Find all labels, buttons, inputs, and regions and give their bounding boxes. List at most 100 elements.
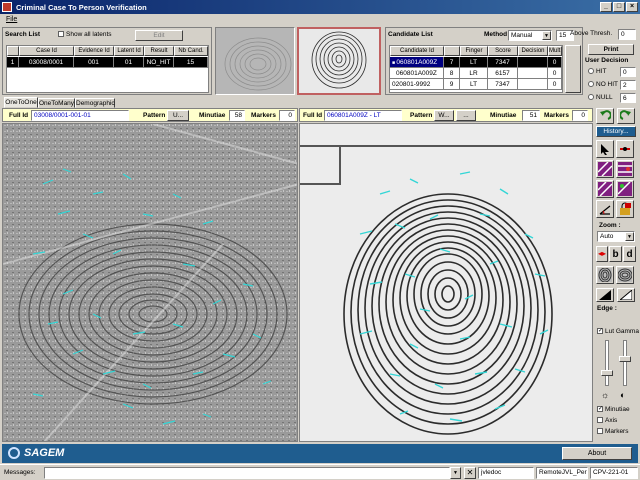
history-button[interactable]: History... [596,126,636,137]
null-count: 6 [620,93,636,103]
messages-field[interactable] [44,467,450,479]
score-cell: 6157 [488,68,518,79]
col-score[interactable]: Score [488,46,518,56]
candidate-id-cell: 020801-9992 [390,79,444,90]
show-all-latents-label: Show all latents [66,31,112,38]
ridge-tool-2-icon[interactable] [616,160,634,178]
col-evidence-id[interactable]: Evidence Id [74,46,114,56]
chevron-down-icon: ▼ [625,232,634,241]
candidate-fingerprint-view[interactable] [299,123,593,442]
about-button[interactable]: About [562,447,632,460]
radio-hit[interactable]: HIT [588,68,606,75]
col-latent-id[interactable]: Latent Id [114,46,144,56]
swap-arrows-icon[interactable]: ◂▸ [596,246,608,262]
undo-icon[interactable] [596,108,614,124]
ridge-tool-4-icon[interactable] [616,180,634,198]
zoom-select[interactable]: Auto ▼ [597,231,635,242]
candidate-thumbnail[interactable] [297,27,381,95]
flip-d-icon[interactable]: d [623,246,636,262]
edge-enhance-icon[interactable] [617,288,635,302]
latent-thumbnail[interactable] [215,27,295,95]
show-all-latents-checkbox[interactable]: Show all latents [58,31,112,38]
minutiae-checkbox[interactable]: ✓ Minutiae [597,406,630,413]
rank-cell: 8 [444,68,460,79]
radio-null[interactable]: NULL [588,94,613,101]
radio-no-hit[interactable]: NO HIT [588,81,618,88]
pointer-arrow-icon[interactable] [596,140,614,158]
lut-slider-thumb[interactable] [601,370,613,376]
gamma-slider-thumb[interactable] [619,356,631,362]
markers-checkbox[interactable]: Markers [597,428,628,435]
method-label: Method [484,31,508,38]
angle-tool-icon[interactable] [596,200,614,218]
hit-count: 0 [620,67,636,77]
case-id-cell: 03008/0001 [19,57,74,68]
gamma-slider-track[interactable] [623,340,627,386]
latent-info-bar: Full Id 03008/0001-001-01 Pattern U... M… [2,108,298,122]
candidate-fingerprint-image [300,124,592,441]
col-nb-cand[interactable]: Nb Cand. [174,46,208,56]
minimize-button[interactable]: _ [600,2,612,12]
latent-fingerprint-view[interactable] [2,123,298,442]
latent-fingerprint-image [3,124,297,441]
above-thresh-field: 0 [618,29,636,40]
menu-file[interactable]: File [6,16,17,23]
latent-id-cell: 01 [114,57,144,68]
menu-bar: File [0,14,640,25]
minutia-edit-icon[interactable] [616,140,634,158]
sagem-logo: SAGEM [24,447,65,459]
flip-b-icon[interactable]: b [609,246,622,262]
redo-icon[interactable] [617,108,635,124]
lut-gamma-checkbox[interactable]: ✓ Lut Gamma [597,328,639,335]
col-case-id[interactable]: Case Id [19,46,74,56]
col-decision[interactable]: Decision [518,46,548,56]
lut-slider-track[interactable] [605,340,609,386]
tab-one-to-many[interactable]: OneToMany [38,98,75,108]
candidate-pattern-extra-button[interactable]: ... [456,110,476,121]
chevron-down-icon[interactable]: ▼ [450,467,461,479]
col-candidate-id[interactable]: Candidate Id [390,46,444,56]
nb-cand-cell: 15 [174,57,208,68]
fingerprint-view-2-icon[interactable] [616,266,634,284]
edit-button[interactable]: Edit [135,30,183,41]
lock-tool-icon[interactable] [616,200,634,218]
axis-checkbox[interactable]: Axis [597,417,617,424]
search-list-table: Case Id Evidence Id Latent Id Result Nb … [6,45,209,93]
edge-label: Edge : [597,305,617,312]
rank-cell: 9 [444,79,460,90]
clear-messages-icon[interactable]: ✕ [464,467,476,479]
minutiae-toggle-label: Minutiae [605,406,630,413]
zoom-label: Zoom : [599,222,621,229]
candidate-pattern-button[interactable]: W... [434,110,454,121]
finger-cell: LT [460,57,488,68]
contrast-icon[interactable] [596,288,614,302]
search-list-panel: Search List Show all latents Edit Case I… [2,27,212,95]
close-button[interactable]: × [626,2,638,12]
print-button[interactable]: Print [588,44,634,55]
candidate-table: Candidate Id Finger Score Decision Mult.… [389,45,563,93]
candidate-list-panel: Candidate List Method Manual ▼ 15 Candid… [385,27,583,95]
markers-label: Markers [544,112,569,119]
title-bar: Criminal Case To Person Verification _ □… [0,0,640,14]
user-decision-title: User Decision [585,57,629,64]
candidate-scrollbar[interactable] [565,45,581,93]
score-cell: 7347 [488,57,518,68]
latent-pattern-button[interactable]: U... [167,110,189,121]
candidate-list-title: Candidate List [388,31,433,38]
ridge-tool-1-icon[interactable] [596,160,614,178]
ridge-tool-3-icon[interactable] [596,180,614,198]
maximize-button[interactable]: □ [613,2,625,12]
col-finger[interactable]: Finger [460,46,488,56]
col-rank[interactable] [444,46,460,56]
fingerprint-view-1-icon[interactable] [596,266,614,284]
tab-demographic[interactable]: Demographic [75,98,115,108]
above-thresh-label: Above Thresh. [570,30,613,37]
tool-panel: History... Zoom : Auto ▼ ◂▸ b d Edge : ✓… [595,108,639,440]
tab-one-to-one[interactable]: OneToOne [4,97,38,108]
method-select[interactable]: Manual ▼ [508,30,552,41]
col-mult[interactable]: Mult. [548,46,562,56]
col-result[interactable]: Result [144,46,174,56]
decision-cell [518,68,548,79]
pattern-label: Pattern [143,112,166,119]
result-cell: NO_HIT [144,57,174,68]
